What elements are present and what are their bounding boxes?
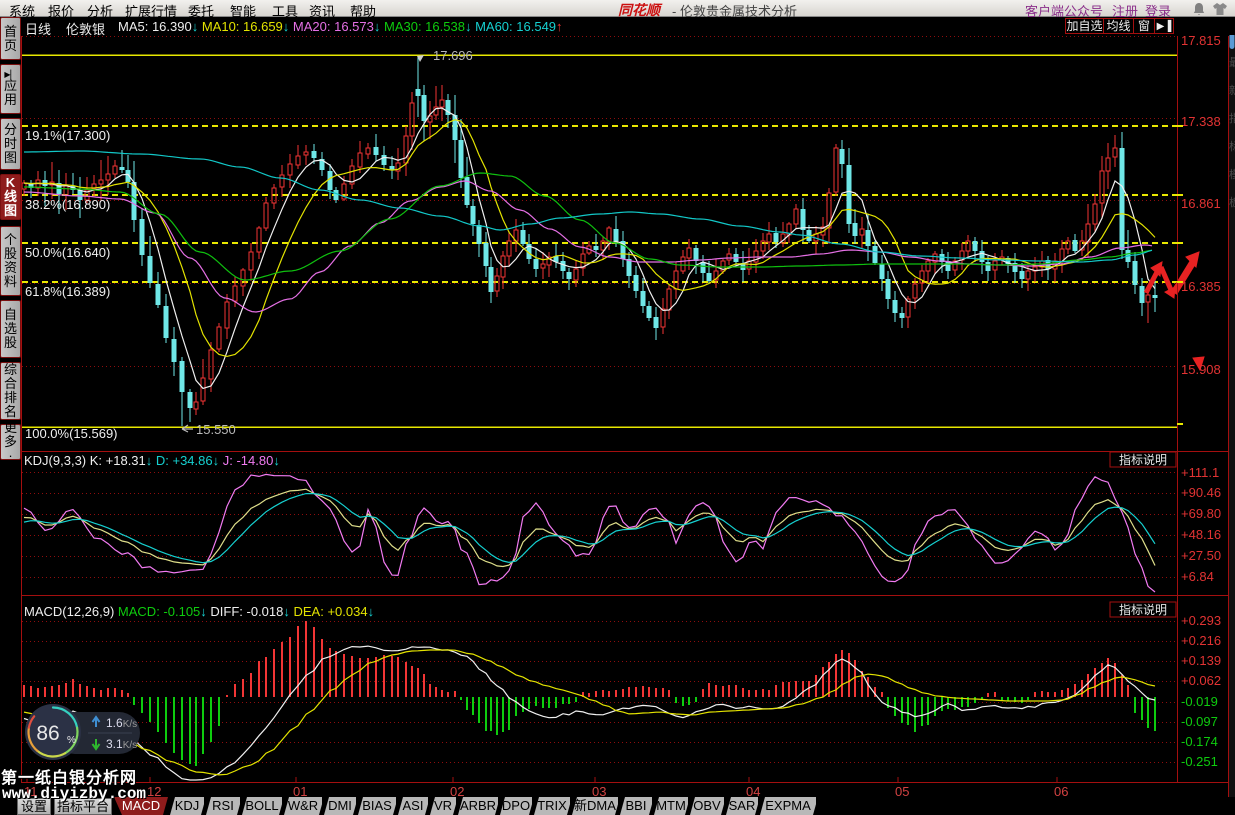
- svg-text:最: 最: [1229, 56, 1235, 69]
- svg-text:+27.50: +27.50: [1181, 548, 1221, 563]
- svg-text:+0.293: +0.293: [1181, 613, 1221, 628]
- svg-text:指标说明: 指标说明: [1119, 452, 1167, 467]
- svg-text:15.908: 15.908: [1181, 362, 1221, 377]
- svg-text:86: 86: [36, 722, 59, 745]
- svg-text:+69.80: +69.80: [1181, 506, 1221, 521]
- svg-text:指标说明: 指标说明: [1119, 602, 1167, 617]
- svg-text:+6.84: +6.84: [1181, 569, 1214, 584]
- svg-text:MACD(12,26,9) MACD: -0.105↓ DI: MACD(12,26,9) MACD: -0.105↓ DIFF: -0.018…: [24, 604, 374, 619]
- svg-text:标: 标: [1229, 139, 1235, 153]
- svg-text:3.1K/s: 3.1K/s: [106, 737, 137, 751]
- svg-text:1.6K/s: 1.6K/s: [106, 716, 137, 730]
- svg-text:%: %: [67, 735, 76, 746]
- svg-text:17.815: 17.815: [1181, 33, 1221, 48]
- svg-text:新: 新: [1229, 83, 1235, 97]
- svg-text:-0.251: -0.251: [1181, 754, 1218, 769]
- svg-text:-0.174: -0.174: [1181, 734, 1218, 749]
- svg-text:17.338: 17.338: [1181, 114, 1221, 129]
- svg-text:15.550: 15.550: [196, 422, 236, 437]
- svg-text:61.8%(16.389): 61.8%(16.389): [25, 284, 110, 299]
- svg-text:+90.46: +90.46: [1181, 485, 1221, 500]
- svg-text:+0.216: +0.216: [1181, 633, 1221, 648]
- svg-text:+0.062: +0.062: [1181, 673, 1221, 688]
- svg-text:+0.139: +0.139: [1181, 653, 1221, 668]
- svg-text:16.861: 16.861: [1181, 196, 1221, 211]
- svg-text:100.0%(15.569): 100.0%(15.569): [25, 426, 118, 441]
- svg-text:19.1%(17.300): 19.1%(17.300): [25, 128, 110, 143]
- svg-text:38.2%(16.890): 38.2%(16.890): [25, 197, 110, 212]
- svg-text:-0.097: -0.097: [1181, 714, 1218, 729]
- svg-text:+111.1: +111.1: [1181, 465, 1219, 480]
- svg-text:+48.16: +48.16: [1181, 527, 1221, 542]
- svg-text:16.385: 16.385: [1181, 279, 1221, 294]
- svg-text:指: 指: [1229, 111, 1235, 125]
- svg-text:板: 板: [1229, 195, 1235, 209]
- svg-text:50.0%(16.640): 50.0%(16.640): [25, 245, 110, 260]
- svg-text:模: 模: [1229, 168, 1235, 181]
- svg-text:-0.019: -0.019: [1181, 694, 1218, 709]
- svg-text:17.696: 17.696: [433, 48, 473, 63]
- svg-text:KDJ(9,3,3) K: +18.31↓ D: +34.8: KDJ(9,3,3) K: +18.31↓ D: +34.86↓ J: -14.…: [24, 453, 280, 468]
